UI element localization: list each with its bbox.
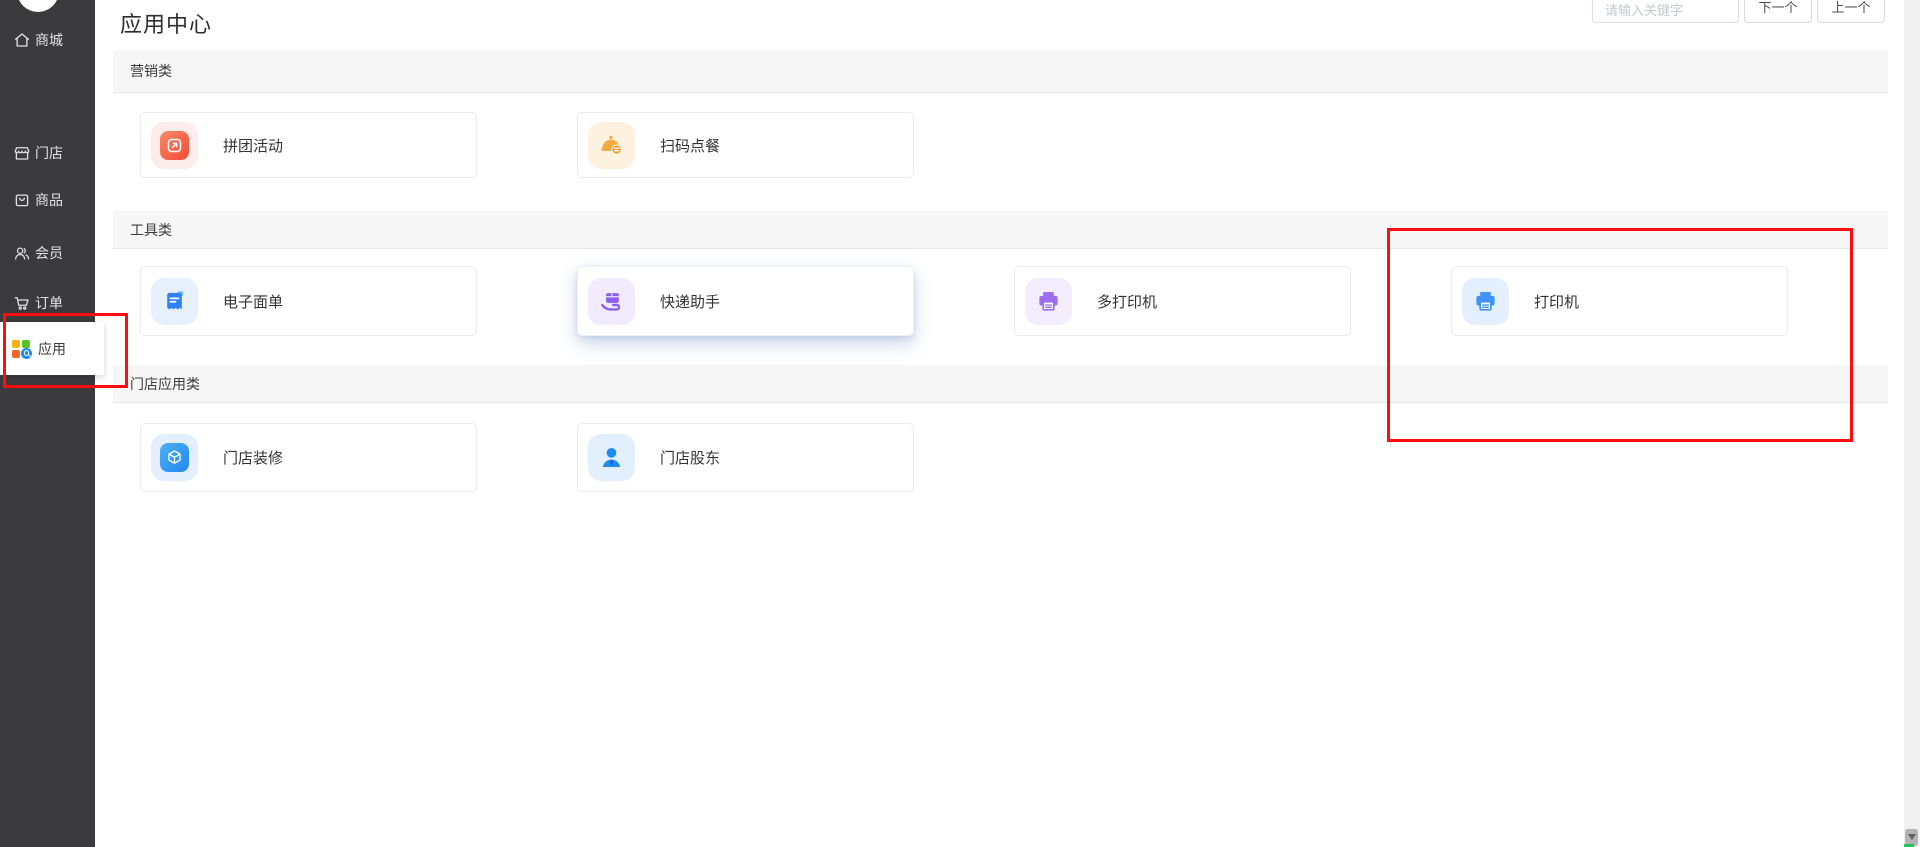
sidebar-item-label: 应用 [38,340,66,357]
app-card-express-helper[interactable]: 快递助手 [577,266,914,336]
app-card-group-buy[interactable]: 拼团活动 [140,112,477,178]
store-shareholder-icon [588,434,635,481]
app-card-label: 门店股东 [660,450,721,467]
logo-avatar[interactable] [17,0,59,12]
goods-icon [12,191,31,210]
category-label: 营销类 [130,63,172,79]
category-header-store-apps: 门店应用类 [113,365,1888,403]
home-icon [12,31,31,50]
e-waybill-icon [151,277,198,325]
app-card-label: 打印机 [1534,293,1580,311]
app-card-label: 拼团活动 [223,137,284,155]
member-icon [12,244,31,263]
next-button[interactable]: 下一个 [1744,0,1812,23]
app-card-printer[interactable]: 打印机 [1451,266,1788,336]
prev-button[interactable]: 上一个 [1817,0,1885,23]
app-center-page: 商城 门店 商品 会员 订单 应用 应用中心 请输入关键字 下一个 上一个 营销… [0,0,1920,847]
printer-icon [1462,277,1509,325]
sidebar-item-member[interactable]: 会员 [0,238,95,268]
app-card-label: 电子面单 [223,293,284,311]
app-card-label: 快递助手 [660,293,721,311]
category-header-tools: 工具类 [113,211,1888,249]
search-input[interactable] [1592,0,1739,23]
sidebar-item-label: 商品 [35,192,63,208]
sidebar-item-goods[interactable]: 商品 [0,185,95,215]
sidebar: 商城 门店 商品 会员 订单 [0,0,95,847]
apps-grid-icon [12,339,32,359]
sidebar-item-order[interactable]: 订单 [0,288,95,318]
store-icon [12,144,31,163]
page-title: 应用中心 [120,12,213,37]
category-label: 工具类 [130,221,172,238]
sidebar-item-mall[interactable]: 商城 [0,25,95,55]
app-card-scan-order[interactable]: 扫码点餐 [577,112,914,178]
store-decor-icon [151,434,198,481]
app-card-e-waybill[interactable]: 电子面单 [140,266,477,336]
sidebar-item-label: 门店 [35,145,63,161]
scan-order-icon [588,121,635,169]
sidebar-item-store[interactable]: 门店 [0,138,95,168]
app-card-label: 多打印机 [1097,293,1158,311]
app-card-label: 门店装修 [223,450,284,467]
category-header-marketing: 营销类 [113,50,1888,93]
express-helper-icon [588,277,635,325]
sidebar-item-label: 商城 [35,32,63,48]
category-label: 门店应用类 [130,375,200,392]
order-cart-icon [12,294,31,313]
multi-printer-icon [1025,277,1072,325]
app-card-store-decor[interactable]: 门店装修 [140,423,477,492]
sidebar-item-apps-active[interactable]: 应用 [0,322,104,375]
scrollbar-track[interactable] [1904,0,1920,847]
app-card-label: 扫码点餐 [660,137,721,155]
sidebar-item-label: 订单 [35,295,63,311]
group-buy-icon [151,121,198,169]
app-card-multi-printer[interactable]: 多打印机 [1014,266,1351,336]
app-card-store-shareholder[interactable]: 门店股东 [577,423,914,492]
sidebar-item-label: 会员 [35,245,63,261]
